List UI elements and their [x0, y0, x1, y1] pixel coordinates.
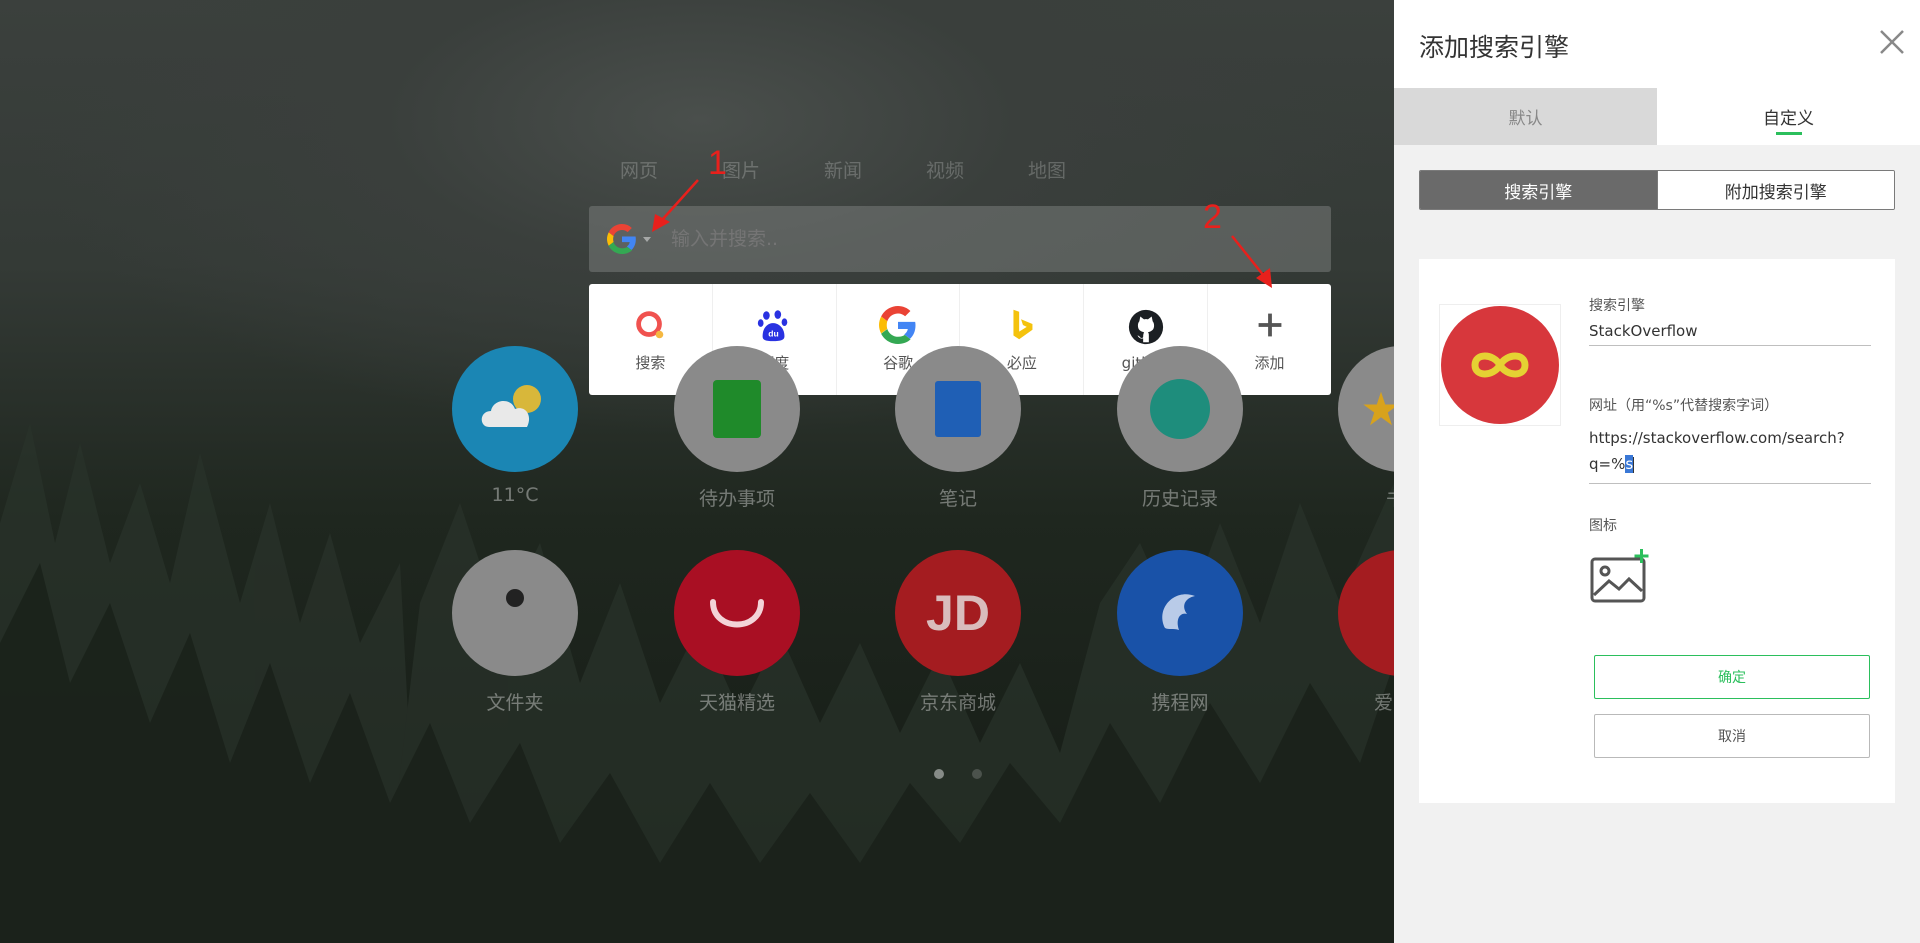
panel-title: 添加搜索引擎	[1419, 33, 1570, 62]
search-type-tabs: 网页 图片 新闻 视频 地图	[588, 156, 1098, 183]
app-weather[interactable]: 11°C	[452, 346, 578, 506]
close-icon[interactable]	[1878, 28, 1906, 56]
engine-url-label: 网址（用“%s”代替搜索字词）	[1589, 398, 1779, 414]
engine-label: 添加	[1254, 354, 1285, 372]
app-label: 爱	[1374, 692, 1394, 714]
engine-name-field[interactable]: StackOverflow	[1589, 317, 1871, 346]
engine-label: 搜索	[635, 354, 666, 372]
tab-news[interactable]: 新闻	[792, 156, 894, 183]
engine-url-field[interactable]: https://stackoverflow.com/search? q=%s	[1589, 425, 1871, 484]
app-tmall[interactable]: 天猫精选	[674, 550, 800, 715]
engine-form-card: 搜索引擎 StackOverflow 网址（用“%s”代替搜索字词） https…	[1419, 259, 1895, 803]
app-aiqiyi[interactable]: 爱	[1338, 550, 1394, 715]
aiqiyi-icon	[1338, 550, 1394, 676]
weather-cloud-icon	[452, 346, 578, 472]
annotation-number-2: 2	[1203, 198, 1222, 236]
google-g-icon	[879, 306, 916, 344]
icon-label: 图标	[1589, 518, 1617, 534]
text-cursor	[1633, 456, 1635, 473]
bookmark-star-icon: ★	[1338, 346, 1394, 472]
bing-icon	[1013, 309, 1033, 340]
app-jd[interactable]: JD 京东商城	[895, 550, 1021, 715]
segment-extra-search-engine[interactable]: 附加搜索引擎	[1656, 171, 1894, 209]
engine-name-label: 搜索引擎	[1589, 298, 1645, 314]
confirm-button[interactable]: 确定	[1594, 655, 1870, 699]
app-notes[interactable]: 笔记	[895, 346, 1021, 511]
active-tab-underline	[1775, 132, 1802, 135]
app-label: 文件夹	[486, 692, 544, 714]
tab-default-label: 默认	[1508, 109, 1543, 129]
app-label: 携程网	[1151, 692, 1209, 714]
url-line-2-text: q=%	[1589, 455, 1626, 473]
chevron-down-icon[interactable]	[643, 236, 651, 242]
engine-type-segmented-control: 搜索引擎 附加搜索引擎	[1419, 170, 1895, 210]
tab-custom-label: 自定义	[1763, 109, 1814, 129]
history-icon	[1117, 346, 1243, 472]
tab-map[interactable]: 地图	[996, 156, 1098, 183]
tab-custom[interactable]: 自定义	[1657, 88, 1920, 145]
jd-icon: JD	[895, 550, 1021, 676]
app-label: 笔记	[938, 488, 977, 510]
tab-video[interactable]: 视频	[894, 156, 996, 183]
panel-header: 添加搜索引擎	[1394, 0, 1920, 88]
app-bookmarks[interactable]: ★ 书	[1338, 346, 1394, 511]
page-indicator	[934, 769, 982, 779]
selected-text: s	[1625, 455, 1634, 473]
svg-text:du: du	[769, 328, 779, 338]
app-label: 书	[1338, 484, 1394, 511]
app-label: 11°C	[491, 484, 539, 506]
app-folder[interactable]: 文件夹	[452, 550, 578, 715]
google-g-icon[interactable]	[607, 224, 637, 254]
search-q-icon	[636, 311, 664, 339]
segment-search-engine[interactable]: 搜索引擎	[1420, 171, 1657, 209]
add-search-engine-panel: 添加搜索引擎 默认 自定义 搜索引擎 附加搜索引擎 搜索引擎 StackOver…	[1394, 0, 1920, 943]
app-ctrip[interactable]: 携程网	[1117, 550, 1243, 715]
app-label: 待办事项	[698, 488, 775, 510]
app-todo[interactable]: 待办事项	[674, 346, 800, 511]
baidu-paw-icon: du	[758, 310, 788, 342]
ctrip-dolphin-icon	[1117, 550, 1243, 676]
notes-icon	[895, 346, 1021, 472]
tmall-icon	[674, 550, 800, 676]
panel-tabs: 默认 自定义	[1394, 88, 1920, 145]
app-label: 历史记录	[1141, 488, 1218, 510]
app-label: 京东商城	[919, 692, 996, 714]
page-dot[interactable]	[934, 769, 944, 779]
github-icon	[1128, 309, 1163, 344]
tab-images[interactable]: 图片	[690, 156, 792, 183]
cancel-button[interactable]: 取消	[1594, 714, 1870, 758]
todo-icon	[674, 346, 800, 472]
url-line-1: https://stackoverflow.com/search?	[1589, 429, 1845, 447]
wallpaper-background: 网页 图片 新闻 视频 地图 搜索	[0, 0, 1394, 943]
folder-icon	[452, 550, 578, 676]
tab-default[interactable]: 默认	[1394, 88, 1657, 145]
image-upload-icon[interactable]	[1589, 549, 1653, 605]
plus-icon	[1258, 313, 1281, 337]
infinity-logo-icon	[1441, 306, 1559, 424]
app-label: 天猫精选	[698, 692, 775, 714]
search-input[interactable]	[671, 228, 1271, 250]
tab-web[interactable]: 网页	[588, 156, 690, 183]
engine-avatar[interactable]	[1439, 304, 1561, 426]
url-line-2: q=%s	[1589, 451, 1871, 477]
page-dot[interactable]	[972, 769, 982, 779]
annotation-number-1: 1	[708, 144, 727, 182]
app-history[interactable]: 历史记录	[1117, 346, 1243, 511]
